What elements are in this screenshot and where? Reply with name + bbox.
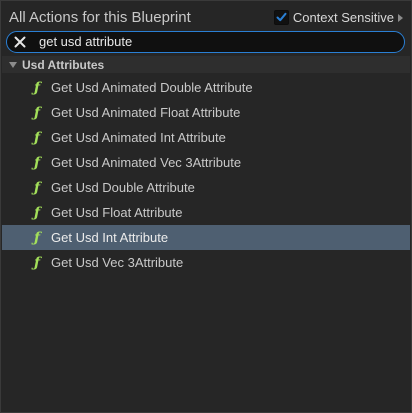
- list-item-label: Get Usd Animated Float Attribute: [51, 105, 241, 120]
- function-icon: ƒ: [34, 254, 41, 271]
- function-icon: ƒ: [34, 129, 41, 146]
- checkmark-icon: [276, 12, 287, 22]
- chevron-right-icon[interactable]: [398, 13, 403, 22]
- list-item-label: Get Usd Int Attribute: [51, 230, 169, 245]
- search-box: [6, 31, 405, 53]
- actions-list: Usd Attributes ƒ Get Usd Animated Double…: [2, 56, 410, 275]
- list-item-label: Get Usd Float Attribute: [51, 205, 183, 220]
- panel-header: All Actions for this Blueprint Context S…: [1, 1, 411, 33]
- list-item[interactable]: ƒ Get Usd Float Attribute: [2, 200, 410, 225]
- context-sensitive-label: Context Sensitive: [292, 10, 394, 25]
- list-item[interactable]: ƒ Get Usd Animated Double Attribute: [2, 75, 410, 100]
- list-item-label: Get Usd Animated Double Attribute: [51, 80, 253, 95]
- function-icon: ƒ: [34, 229, 41, 246]
- category-usd-attributes[interactable]: Usd Attributes: [2, 56, 410, 73]
- panel-title: All Actions for this Blueprint: [9, 9, 191, 26]
- list-item-label: Get Usd Animated Vec 3Attribute: [51, 155, 242, 170]
- list-item-label: Get Usd Animated Int Attribute: [51, 130, 226, 145]
- function-icon: ƒ: [34, 179, 41, 196]
- list-item[interactable]: ƒ Get Usd Animated Float Attribute: [2, 100, 410, 125]
- context-sensitive-toggle[interactable]: Context Sensitive: [273, 9, 403, 26]
- category-label: Usd Attributes: [22, 57, 105, 72]
- function-icon: ƒ: [34, 79, 41, 96]
- list-item-selected[interactable]: ƒ Get Usd Int Attribute: [2, 225, 410, 250]
- blueprint-actions-panel: All Actions for this Blueprint Context S…: [0, 0, 412, 413]
- list-item[interactable]: ƒ Get Usd Animated Vec 3Attribute: [2, 150, 410, 175]
- list-item[interactable]: ƒ Get Usd Double Attribute: [2, 175, 410, 200]
- list-item[interactable]: ƒ Get Usd Animated Int Attribute: [2, 125, 410, 150]
- chevron-down-icon[interactable]: [9, 61, 17, 68]
- function-icon: ƒ: [34, 104, 41, 121]
- list-item-label: Get Usd Vec 3Attribute: [51, 255, 184, 270]
- function-icon: ƒ: [34, 204, 41, 221]
- context-sensitive-checkbox[interactable]: [273, 10, 289, 25]
- list-item[interactable]: ƒ Get Usd Vec 3Attribute: [2, 250, 410, 275]
- list-item-label: Get Usd Double Attribute: [51, 180, 195, 195]
- search-input[interactable]: [39, 32, 379, 52]
- close-icon[interactable]: [13, 35, 27, 49]
- function-icon: ƒ: [34, 154, 41, 171]
